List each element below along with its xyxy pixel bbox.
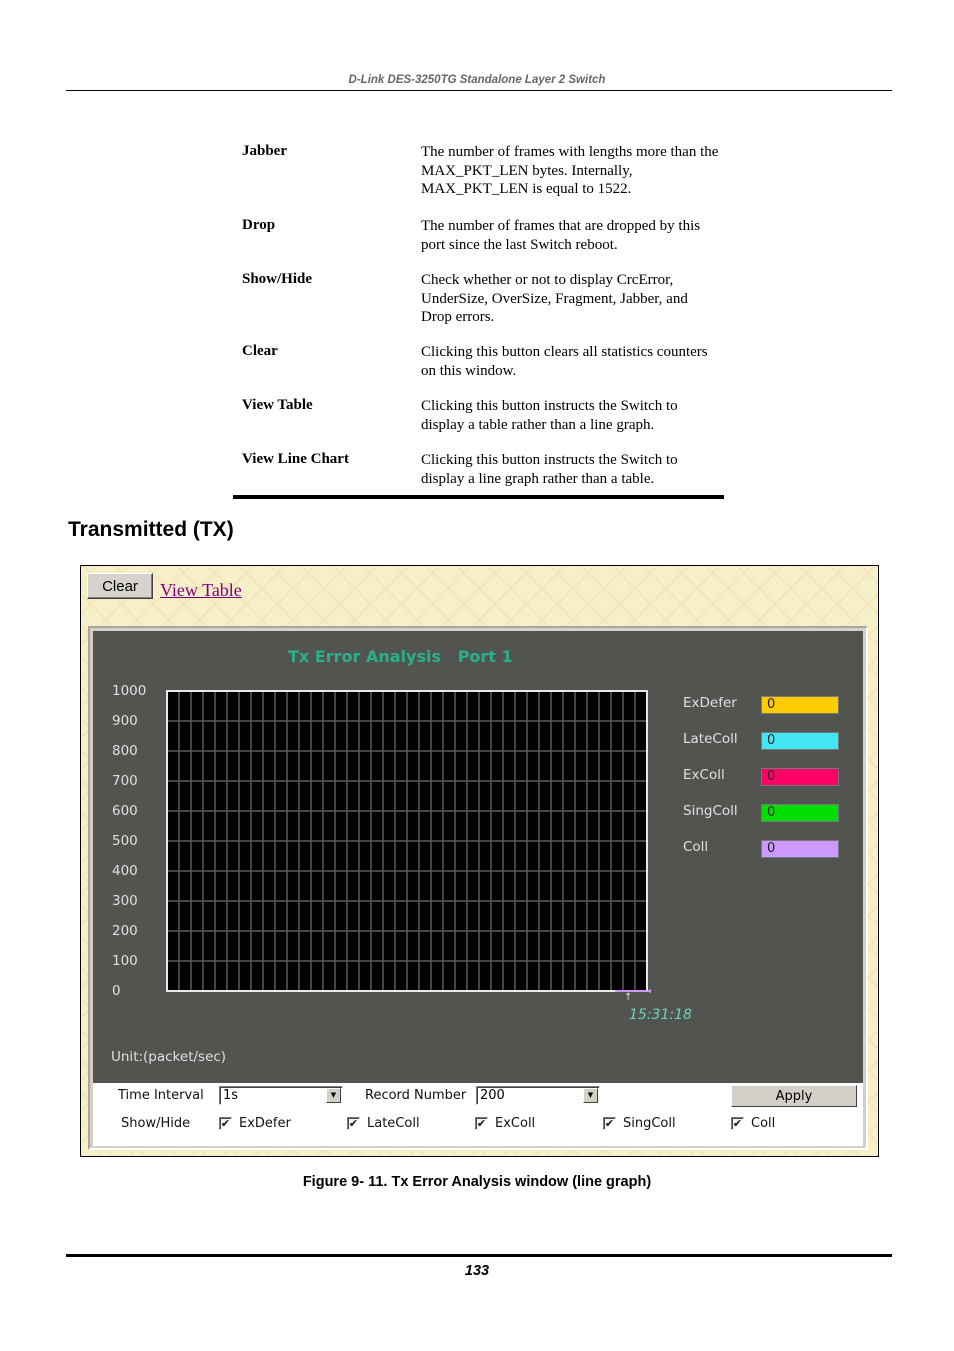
definition-term: View Line Chart	[242, 451, 349, 467]
y-tick-label: 600	[112, 803, 138, 819]
y-tick-label: 100	[112, 953, 138, 969]
checkbox-latecoll[interactable]: ✔ LateColl	[347, 1116, 420, 1131]
legend-value-coll: 0	[761, 840, 839, 858]
legend-value-singcoll: 0	[761, 804, 839, 822]
definition-term: View Table	[242, 397, 313, 413]
definitions-table: Jabber The number of frames with lengths…	[242, 143, 722, 491]
view-table-link[interactable]: View Table	[160, 580, 242, 601]
time-stamp-label: 15:31:18	[629, 1007, 692, 1023]
checkbox-check-icon[interactable]: ✔	[475, 1117, 488, 1130]
checkbox-check-icon[interactable]: ✔	[347, 1117, 360, 1130]
record-number-label: Record Number	[365, 1088, 467, 1103]
table-bottom-rule	[233, 495, 724, 499]
dropdown-arrow-icon[interactable]: ▼	[583, 1088, 598, 1103]
definition-description: Check whether or not to display CrcError…	[421, 272, 688, 325]
header-rule	[66, 90, 892, 91]
y-tick-label: 0	[112, 983, 121, 999]
definition-description: Clicking this button clears all statisti…	[421, 344, 708, 379]
section-title: Transmitted (TX)	[68, 518, 234, 541]
time-interval-value: 1s	[223, 1088, 239, 1103]
chart-applet: Tx Error Analysis Port 1 1000 900 800 700 60…	[88, 626, 868, 1150]
checkbox-label: ExColl	[495, 1116, 536, 1131]
legend-label: LateColl	[683, 731, 738, 747]
checkbox-singcoll[interactable]: ✔ SingColl	[603, 1116, 676, 1131]
time-marker-arrow-icon: ↑	[624, 992, 633, 1003]
checkbox-label: ExDefer	[239, 1116, 291, 1131]
definition-row: Clear Clicking this button clears all st…	[242, 343, 722, 397]
y-tick-label: 300	[112, 893, 138, 909]
definition-row: View Line Chart Clicking this button ins…	[242, 451, 722, 491]
record-number-select[interactable]: 200 ▼	[476, 1086, 600, 1105]
legend-label: ExDefer	[683, 695, 737, 711]
definition-description: The number of frames with lengths more t…	[421, 144, 719, 197]
definition-term: Drop	[242, 217, 276, 233]
running-header: D-Link DES-3250TG Standalone Layer 2 Swi…	[348, 74, 606, 86]
chart-panel: Tx Error Analysis Port 1 1000 900 800 700 60…	[93, 631, 863, 1083]
y-tick-label: 1000	[112, 683, 147, 699]
footer-rule	[66, 1254, 892, 1257]
definition-term: Jabber	[242, 143, 287, 159]
unit-label: Unit:(packet/sec)	[111, 1049, 227, 1065]
controls-panel: Time Interval 1s ▼ Record Number 200 ▼ A…	[93, 1083, 863, 1146]
checkbox-coll[interactable]: ✔ Coll	[731, 1116, 775, 1131]
definition-row: Jabber The number of frames with lengths…	[242, 143, 722, 217]
time-interval-label: Time Interval	[118, 1088, 204, 1103]
legend-label: SingColl	[683, 803, 738, 819]
legend-label: Coll	[683, 839, 709, 855]
legend-value-latecoll: 0	[761, 732, 839, 750]
y-tick-label: 800	[112, 743, 138, 759]
y-tick-label: 500	[112, 833, 138, 849]
y-tick-label: 900	[112, 713, 138, 729]
checkbox-excoll[interactable]: ✔ ExColl	[475, 1116, 535, 1131]
legend-value-excoll: 0	[761, 768, 839, 786]
dropdown-arrow-icon[interactable]: ▼	[326, 1088, 341, 1103]
record-number-value: 200	[480, 1088, 505, 1103]
page-number: 133	[464, 1263, 490, 1279]
definition-row: Show/Hide Check whether or not to displa…	[242, 271, 722, 343]
plot-area	[166, 690, 651, 993]
checkbox-check-icon[interactable]: ✔	[731, 1117, 744, 1130]
definition-term: Clear	[242, 343, 278, 359]
tx-error-analysis-window: Clear View Table Tx Error Analysis Port …	[80, 565, 879, 1157]
time-interval-select[interactable]: 1s ▼	[219, 1086, 343, 1105]
clear-button[interactable]: Clear	[87, 573, 153, 599]
definition-description: The number of frames that are dropped by…	[421, 218, 701, 253]
legend-value-exdefer: 0	[761, 696, 839, 714]
checkbox-label: SingColl	[623, 1116, 676, 1131]
checkbox-exdefer[interactable]: ✔ ExDefer	[219, 1116, 291, 1131]
figure-caption: Figure 9- 11. Tx Error Analysis window (…	[302, 1174, 652, 1190]
definition-row: Drop The number of frames that are dropp…	[242, 217, 722, 271]
checkbox-label: Coll	[751, 1116, 776, 1131]
show-hide-label: Show/Hide	[121, 1116, 191, 1131]
checkbox-check-icon[interactable]: ✔	[603, 1117, 616, 1130]
y-tick-label: 200	[112, 923, 138, 939]
checkbox-check-icon[interactable]: ✔	[219, 1117, 232, 1130]
definition-description: Clicking this button instructs the Switc…	[421, 452, 678, 487]
y-tick-label: 700	[112, 773, 138, 789]
definition-row: View Table Clicking this button instruct…	[242, 397, 722, 451]
definition-description: Clicking this button instructs the Switc…	[421, 398, 678, 433]
checkbox-label: LateColl	[367, 1116, 420, 1131]
chart-title: Tx Error Analysis Port 1	[288, 647, 513, 666]
apply-button[interactable]: Apply	[731, 1085, 857, 1107]
y-tick-label: 400	[112, 863, 138, 879]
legend-label: ExColl	[683, 767, 725, 783]
definition-term: Show/Hide	[242, 271, 313, 287]
